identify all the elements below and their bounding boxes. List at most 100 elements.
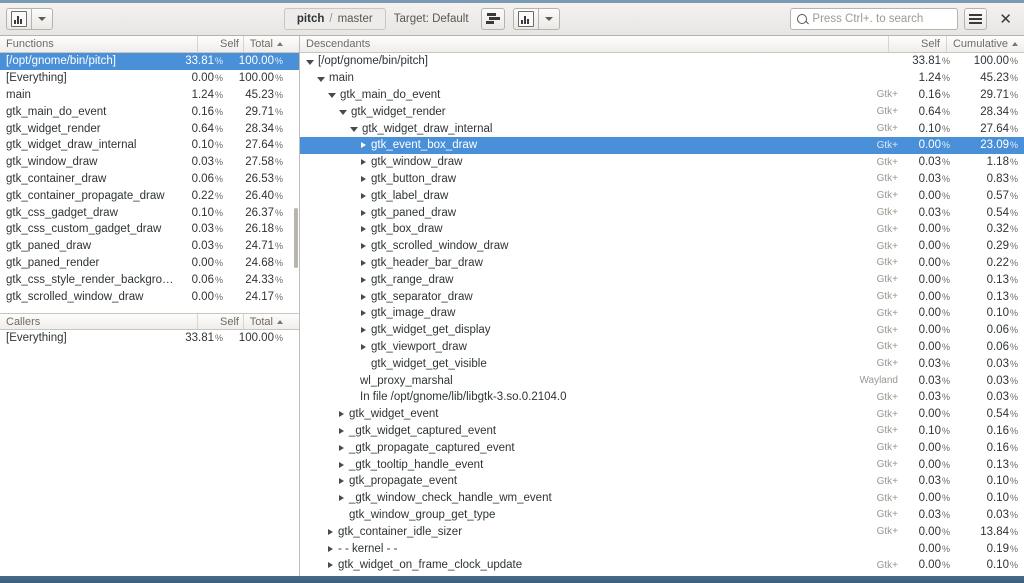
descendant-row[interactable]: gtk_widget_draw_internal Gtk+ 0.10% 27.64%: [300, 120, 1024, 137]
functions-list[interactable]: [/opt/gnome/bin/pitch] 33.81% 100.00% [Ever…: [0, 53, 299, 313]
descendant-row[interactable]: gtk_button_draw Gtk+ 0.03% 0.83%: [300, 171, 1024, 188]
function-row[interactable]: gtk_css_gadget_draw 0.10% 26.37%: [0, 204, 299, 221]
expander-open-icon[interactable]: [317, 76, 325, 82]
descendant-row[interactable]: - - kernel - - 0.00% 0.19%: [300, 540, 1024, 557]
descendant-row[interactable]: [/opt/gnome/bin/pitch] 33.81% 100.00%: [300, 53, 1024, 70]
descendant-row[interactable]: gtk_window_draw Gtk+ 0.03% 1.18%: [300, 154, 1024, 171]
expander-closed-icon[interactable]: [361, 293, 366, 300]
record-dropdown-button[interactable]: [537, 8, 560, 30]
descendant-row[interactable]: _gtk_widget_captured_event Gtk+ 0.10% 0.16%: [300, 423, 1024, 440]
functions-scrollbar[interactable]: [294, 208, 298, 268]
expander-closed-icon[interactable]: [361, 276, 366, 283]
function-row[interactable]: gtk_container_propagate_draw 0.22% 26.40%: [0, 187, 299, 204]
expander-open-icon[interactable]: [328, 93, 336, 99]
descendant-row[interactable]: gtk_separator_draw Gtk+ 0.00% 0.13%: [300, 288, 1024, 305]
descendant-row[interactable]: gtk_image_draw Gtk+ 0.00% 0.10%: [300, 305, 1024, 322]
search-box[interactable]: Press Ctrl+. to search: [790, 8, 959, 30]
project-title[interactable]: pitch / master: [283, 8, 386, 30]
expander-closed-icon[interactable]: [339, 411, 344, 418]
descendant-row[interactable]: gtk_widget_get_visible Gtk+ 0.03% 0.03%: [300, 355, 1024, 372]
function-row[interactable]: gtk_window_draw 0.03% 27.58%: [0, 154, 299, 171]
functions-column-header[interactable]: Functions: [0, 36, 197, 52]
expander-closed-icon[interactable]: [328, 562, 333, 569]
descendant-row[interactable]: gtk_window_group_get_type Gtk+ 0.03% 0.03%: [300, 507, 1024, 524]
expander-closed-icon[interactable]: [361, 310, 366, 317]
expander-closed-icon[interactable]: [339, 427, 344, 434]
function-row[interactable]: gtk_main_do_event 0.16% 29.71%: [0, 103, 299, 120]
expander-open-icon[interactable]: [350, 127, 358, 133]
expander-closed-icon[interactable]: [361, 259, 366, 266]
functions-self-column-header[interactable]: Self: [197, 36, 243, 52]
descendant-row[interactable]: gtk_range_draw Gtk+ 0.00% 0.13%: [300, 271, 1024, 288]
descendant-row[interactable]: _gtk_tooltip_handle_event Gtk+ 0.00% 0.13%: [300, 456, 1024, 473]
function-row[interactable]: gtk_scrolled_window_draw 0.00% 24.17%: [0, 288, 299, 305]
descendant-row[interactable]: main 1.24% 45.23%: [300, 70, 1024, 87]
expander-closed-icon[interactable]: [361, 209, 366, 216]
chart-view-dropdown-button[interactable]: [31, 8, 53, 30]
expander-closed-icon[interactable]: [339, 478, 344, 485]
descendants-column-header[interactable]: Descendants: [300, 36, 888, 52]
expander-closed-icon[interactable]: [361, 243, 366, 250]
descendant-row[interactable]: gtk_widget_render Gtk+ 0.64% 28.34%: [300, 103, 1024, 120]
descendant-row[interactable]: _gtk_propagate_captured_event Gtk+ 0.00% 0.…: [300, 439, 1024, 456]
descendant-row[interactable]: wl_proxy_marshal Wayland 0.03% 0.03%: [300, 372, 1024, 389]
function-self-value: 0.03%: [191, 156, 223, 169]
descendant-row[interactable]: gtk_label_draw Gtk+ 0.00% 0.57%: [300, 187, 1024, 204]
expander-open-icon[interactable]: [306, 59, 314, 65]
callers-list[interactable]: [Everything] 33.81% 100.00%: [0, 330, 299, 576]
expander-open-icon[interactable]: [339, 110, 347, 116]
descendant-row[interactable]: gtk_box_draw Gtk+ 0.00% 0.32%: [300, 221, 1024, 238]
chart-view-button[interactable]: [6, 8, 31, 30]
function-row[interactable]: [Everything] 0.00% 100.00%: [0, 70, 299, 87]
descendant-row[interactable]: _gtk_window_check_handle_wm_event Gtk+ 0.0…: [300, 490, 1024, 507]
close-button[interactable]: ✕: [993, 12, 1018, 27]
function-row[interactable]: gtk_css_custom_gadget_draw 0.03% 26.18%: [0, 221, 299, 238]
descendant-row[interactable]: gtk_container_idle_sizer Gtk+ 0.00% 13.84%: [300, 523, 1024, 540]
callers-column-header[interactable]: Callers: [0, 314, 197, 329]
function-row[interactable]: [/opt/gnome/bin/pitch] 33.81% 100.00%: [0, 53, 299, 70]
expander-closed-icon[interactable]: [361, 226, 366, 233]
caller-row[interactable]: [Everything] 33.81% 100.00%: [0, 330, 299, 347]
function-row[interactable]: gtk_widget_render 0.64% 28.34%: [0, 120, 299, 137]
expander-closed-icon[interactable]: [361, 327, 366, 334]
expander-closed-icon[interactable]: [339, 444, 344, 451]
main-menu-button[interactable]: [964, 8, 988, 30]
function-row[interactable]: gtk_widget_draw_internal 0.10% 27.64%: [0, 137, 299, 154]
descendants-self-column-header[interactable]: Self: [888, 36, 946, 52]
functions-total-column-header[interactable]: Total: [243, 36, 299, 52]
callers-total-column-header[interactable]: Total: [243, 314, 299, 329]
expander-closed-icon[interactable]: [361, 192, 366, 199]
descendant-row[interactable]: gtk_paned_draw Gtk+ 0.03% 0.54%: [300, 204, 1024, 221]
descendant-row[interactable]: gtk_viewport_draw Gtk+ 0.00% 0.06%: [300, 339, 1024, 356]
descendant-label: gtk_range_draw: [371, 273, 454, 286]
search-input[interactable]: Press Ctrl+. to search: [812, 13, 923, 25]
expander-closed-icon[interactable]: [328, 528, 333, 535]
expander-closed-icon[interactable]: [361, 175, 366, 182]
function-row[interactable]: gtk_paned_draw 0.03% 24.71%: [0, 238, 299, 255]
expander-closed-icon[interactable]: [361, 142, 366, 149]
record-view-button[interactable]: [512, 8, 538, 30]
descendant-row[interactable]: gtk_widget_event Gtk+ 0.00% 0.54%: [300, 406, 1024, 423]
descendant-row[interactable]: gtk_main_do_event Gtk+ 0.16% 29.71%: [300, 87, 1024, 104]
descendant-row[interactable]: In file /opt/gnome/lib/libgtk-3.so.0.210…: [300, 389, 1024, 406]
descendant-row[interactable]: gtk_widget_get_display Gtk+ 0.00% 0.06%: [300, 322, 1024, 339]
stacked-bars-button[interactable]: [480, 8, 505, 30]
expander-closed-icon[interactable]: [328, 545, 333, 552]
function-row[interactable]: gtk_paned_render 0.00% 24.68%: [0, 255, 299, 272]
descendant-row[interactable]: gtk_widget_on_frame_clock_update Gtk+ 0.00…: [300, 557, 1024, 574]
sort-ascending-icon: [277, 42, 283, 46]
descendants-tree[interactable]: [/opt/gnome/bin/pitch] 33.81% 100.00% main 1…: [300, 53, 1024, 576]
descendant-row[interactable]: gtk_propagate_event Gtk+ 0.03% 0.10%: [300, 473, 1024, 490]
expander-closed-icon[interactable]: [361, 159, 366, 166]
descendants-cumulative-column-header[interactable]: Cumulative: [946, 36, 1024, 52]
expander-closed-icon[interactable]: [361, 343, 366, 350]
expander-closed-icon[interactable]: [339, 461, 344, 468]
function-row[interactable]: gtk_container_draw 0.06% 26.53%: [0, 171, 299, 188]
expander-closed-icon[interactable]: [339, 495, 344, 502]
descendant-row[interactable]: gtk_scrolled_window_draw Gtk+ 0.00% 0.29%: [300, 238, 1024, 255]
descendant-row[interactable]: gtk_header_bar_draw Gtk+ 0.00% 0.22%: [300, 255, 1024, 272]
function-row[interactable]: main 1.24% 45.23%: [0, 87, 299, 104]
descendant-row[interactable]: gtk_event_box_draw Gtk+ 0.00% 23.09%: [300, 136, 1024, 154]
function-row[interactable]: gtk_css_style_render_background 0.06% 24.3…: [0, 271, 299, 288]
callers-self-column-header[interactable]: Self: [197, 314, 243, 329]
